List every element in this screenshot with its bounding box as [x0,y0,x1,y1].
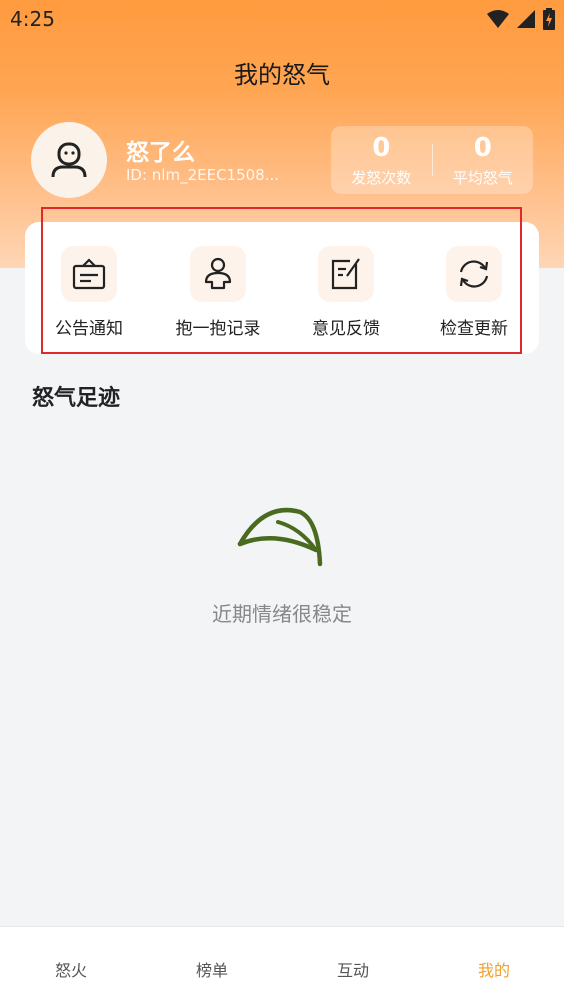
feedback-icon-wrap [318,246,374,302]
wifi-icon [487,10,509,28]
stat-value: 0 [372,132,391,163]
menu-label: 公告通知 [55,319,123,339]
user-avatar-icon [51,142,87,178]
status-bar: 4:25 [0,0,564,38]
menu-item-feedback[interactable]: 意见反馈 [286,246,406,339]
menu-label: 意见反馈 [312,319,380,339]
menu-item-check-update[interactable]: 检查更新 [414,246,534,339]
stat-label: 发怒次数 [351,168,412,187]
battery-icon [543,8,555,30]
leaf-icon [234,500,330,576]
hug-icon-wrap [190,246,246,302]
stats-card: 0 发怒次数 0 平均怒气 [331,126,533,194]
stat-label: 平均怒气 [452,168,513,187]
stat-value: 0 [473,132,492,163]
feedback-icon [331,258,360,290]
signal-icon [517,10,535,28]
avatar[interactable] [31,122,107,198]
announcement-icon [72,258,106,290]
menu-label: 抱一抱记录 [175,319,261,339]
page-title: 我的怒气 [234,61,330,89]
empty-state-text: 近期情绪很稳定 [212,602,352,626]
tab-anger[interactable]: 怒火 [31,957,111,981]
status-time: 4:25 [10,7,55,31]
announcement-icon-wrap [61,246,117,302]
refresh-icon [459,260,489,288]
hug-icon [204,257,232,290]
menu-label: 检查更新 [440,319,508,339]
refresh-icon-wrap [446,246,502,302]
tab-interaction[interactable]: 互动 [313,957,393,981]
user-name: 怒了么 [126,140,195,166]
menu-item-announcements[interactable]: 公告通知 [29,246,149,339]
bottom-tab-bar: 怒火 榜单 互动 我的 [0,926,564,1004]
tab-leaderboard[interactable]: 榜单 [172,957,252,981]
stat-average-anger: 0 平均怒气 [433,133,534,188]
tab-mine[interactable]: 我的 [454,957,534,981]
user-id: ID: nlm_2EEC1508... [126,166,280,184]
section-title: 怒气足迹 [32,386,121,411]
stat-anger-count: 0 发怒次数 [331,133,432,188]
menu-item-hug-records[interactable]: 抱一抱记录 [158,246,278,339]
status-icons [486,8,556,30]
